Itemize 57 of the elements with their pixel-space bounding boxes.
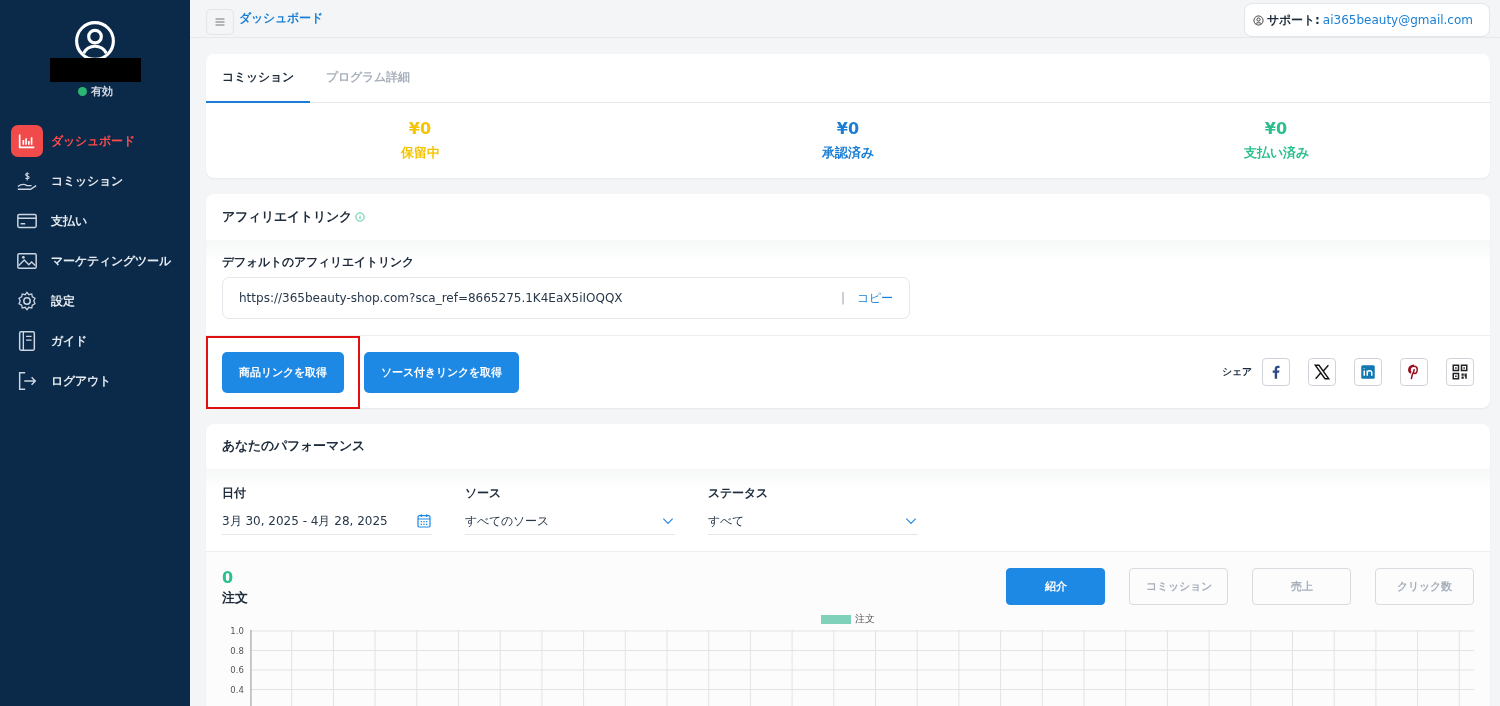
separator: | xyxy=(840,291,845,305)
field-label: デフォルトのアフィリエイトリンク xyxy=(222,254,415,271)
nav-item[interactable]: マーケティングツール xyxy=(11,245,190,277)
metric-toggle[interactable]: 紹介 xyxy=(1006,568,1105,605)
filter-label: ステータス xyxy=(708,485,769,502)
stat-value: ¥0 xyxy=(1264,119,1288,138)
image-icon xyxy=(16,250,38,272)
calendar-icon xyxy=(416,513,432,529)
share-button[interactable] xyxy=(1308,358,1336,386)
nav-item[interactable]: ガイド xyxy=(11,325,190,357)
section-title: あなたのパフォーマンス xyxy=(222,438,365,455)
section-title: アフィリエイトリンク xyxy=(222,208,352,226)
axis-tick-label: 0.8 xyxy=(230,645,244,656)
nav-item[interactable]: ログアウト xyxy=(11,365,190,397)
x-logo-icon xyxy=(1313,363,1331,381)
support-email-link[interactable]: ai365beauty@gmail.com xyxy=(1322,13,1473,27)
legend-label: 注文 xyxy=(855,613,875,626)
stat-label: 承認済み xyxy=(822,144,874,162)
axis-tick-label: 0.4 xyxy=(230,684,244,695)
share-label: シェア xyxy=(1222,365,1252,379)
page-title: ダッシュボード xyxy=(239,9,323,27)
menu-icon xyxy=(214,16,226,28)
tab[interactable]: コミッション xyxy=(206,54,310,103)
date-range-field[interactable]: 3月 30, 2025 - 4月 28, 2025 xyxy=(222,508,432,535)
hand-coin-icon xyxy=(16,170,38,192)
stat-value: ¥0 xyxy=(408,119,432,138)
status-label: 有効 xyxy=(90,84,113,99)
get-link-button[interactable]: ソース付きリンクを取得 xyxy=(364,351,519,393)
nav-item[interactable]: コミッション xyxy=(11,165,190,197)
share-button[interactable] xyxy=(1400,358,1428,386)
linkedin-icon xyxy=(1359,363,1377,381)
copy-link[interactable]: コピー xyxy=(857,289,893,307)
qr-code-icon xyxy=(1451,363,1469,381)
total-label: 注文 xyxy=(222,589,248,607)
affiliate-link-field[interactable]: https://365beauty-shop.com?sca_ref=8665275.1K4EaX5iIOQQX | コピー xyxy=(222,277,910,319)
filter-label: ソース xyxy=(465,485,502,502)
share-button[interactable] xyxy=(1262,358,1290,386)
stat-value: ¥0 xyxy=(836,119,860,138)
get-link-button[interactable]: 商品リンクを取得 xyxy=(222,351,344,393)
book-icon xyxy=(16,330,38,352)
stat-label: 保留中 xyxy=(400,144,440,162)
stat-label: 支払い済み xyxy=(1243,144,1309,162)
filter-label: 日付 xyxy=(222,485,247,502)
logout-icon xyxy=(16,370,38,392)
info-icon xyxy=(355,212,365,222)
share-button[interactable] xyxy=(1446,358,1474,386)
settings-icon xyxy=(16,290,38,312)
axis-tick-label: 0.6 xyxy=(230,665,244,675)
support-label: サポート: xyxy=(1267,11,1320,29)
nav-item[interactable]: 設定 xyxy=(11,285,190,317)
user-circle-icon xyxy=(1253,14,1265,26)
dropdown[interactable]: すべて xyxy=(708,508,918,535)
nav-item[interactable]: ダッシュボード xyxy=(11,125,190,157)
dropdown[interactable]: すべてのソース xyxy=(465,508,675,535)
total-value: 0 xyxy=(222,568,235,587)
axis-tick-label: 1.0 xyxy=(230,626,244,636)
nav-item[interactable]: 支払い xyxy=(11,205,190,237)
